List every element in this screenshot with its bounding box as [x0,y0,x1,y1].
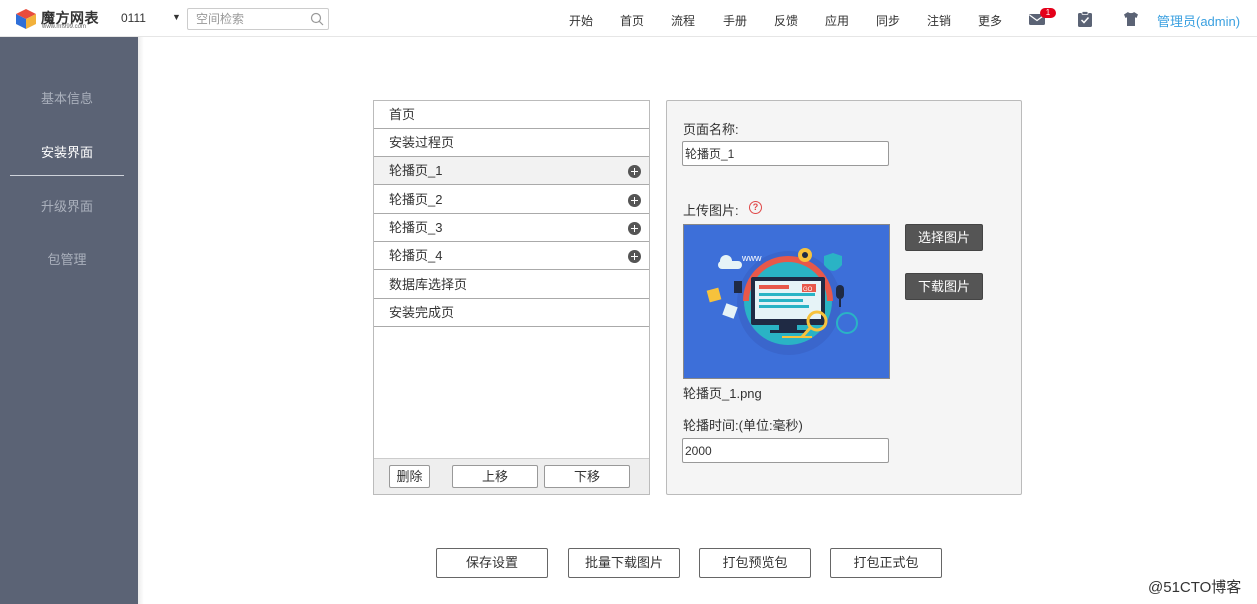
sidebar-item-package-management[interactable]: 包管理 [0,249,134,268]
sidebar-item-upgrade-ui[interactable]: 升级界面 [0,196,134,215]
list-item-label: 轮播页_4 [389,248,443,263]
list-item-label: 安装完成页 [389,305,455,320]
download-image-button[interactable]: 下载图片 [905,273,983,300]
list-item-label: 首页 [389,107,416,122]
list-toolbar: 删除 上移 下移 [374,458,649,494]
list-item-label: 安装过程页 [389,135,455,150]
search-input[interactable] [188,9,306,29]
list-item-label: 轮播页_3 [389,220,443,235]
sidebar-shadow [138,37,144,604]
list-item-label: 数据库选择页 [389,277,468,292]
batch-download-button[interactable]: 批量下载图片 [568,548,680,578]
add-circle-icon[interactable] [628,165,641,178]
page-name-input[interactable] [682,141,889,166]
add-circle-icon[interactable] [628,222,641,235]
clipboard-check-icon[interactable] [1076,10,1094,28]
logo-url: www.mf999.com [42,24,87,30]
project-selector[interactable]: 0111 [121,11,146,25]
select-image-button[interactable]: 选择图片 [905,224,983,251]
list-item-install-complete[interactable]: 安装完成页 [374,299,649,327]
page-name-label: 页面名称: [683,122,739,137]
pack-release-button[interactable]: 打包正式包 [830,548,942,578]
nav-feedback[interactable]: 反馈 [774,12,798,29]
logo[interactable]: 魔方网表 www.mf999.com [15,7,105,33]
sidebar-item-basic-info[interactable]: 基本信息 [0,88,134,107]
nav-sync[interactable]: 同步 [876,12,900,29]
carousel-time-label: 轮播时间:(单位:毫秒) [683,418,803,433]
shirt-icon[interactable] [1122,10,1140,28]
list-item-db-select[interactable]: 数据库选择页 [374,271,649,299]
help-icon[interactable]: ? [749,201,762,214]
user-menu[interactable]: 管理员(admin) [1157,11,1240,30]
nav-manual[interactable]: 手册 [723,12,747,29]
page-list-panel: 首页 安装过程页 轮播页_1 轮播页_2 轮播页_3 轮播页_4 数据库选择页 … [373,100,650,495]
image-preview[interactable]: GO www [683,224,890,379]
search-box [187,8,329,30]
list-item-carousel-3[interactable]: 轮播页_3 [374,214,649,242]
image-filename: 轮播页_1.png [683,386,762,401]
pack-preview-button[interactable]: 打包预览包 [699,548,811,578]
add-circle-icon[interactable] [628,194,641,207]
caret-down-icon[interactable]: ▼ [172,12,181,22]
upload-image-label: 上传图片: [683,203,739,218]
nav-workflow[interactable]: 流程 [671,12,695,29]
nav-start[interactable]: 开始 [569,12,593,29]
save-settings-button[interactable]: 保存设置 [436,548,548,578]
active-indicator [10,175,124,176]
list-item-carousel-1[interactable]: 轮播页_1 [374,157,649,185]
list-item-label: 轮播页_1 [389,163,443,178]
list-item-label: 轮播页_2 [389,192,443,207]
move-up-button[interactable]: 上移 [452,465,538,488]
nav-apps[interactable]: 应用 [825,12,849,29]
nav-more[interactable]: 更多 [978,12,1002,29]
page-detail-panel: 页面名称: 上传图片: ? GO www [666,100,1022,495]
sidebar-item-install-ui[interactable]: 安装界面 [0,142,134,161]
illustration-image: GO www [684,225,889,378]
move-down-button[interactable]: 下移 [544,465,630,488]
carousel-time-input[interactable] [682,438,889,463]
list-item-carousel-2[interactable]: 轮播页_2 [374,186,649,214]
delete-button[interactable]: 删除 [389,465,430,488]
nav-logout[interactable]: 注销 [927,12,951,29]
list-item-home[interactable]: 首页 [374,101,649,129]
list-item-carousel-4[interactable]: 轮播页_4 [374,242,649,270]
list-item-install-progress[interactable]: 安装过程页 [374,129,649,157]
top-bar: 魔方网表 www.mf999.com 0111 ▼ 开始 首页 流程 手册 反馈… [0,0,1257,37]
logo-cube-icon [16,9,36,29]
image-www-text: www [741,253,762,263]
mail-badge: 1 [1040,8,1056,18]
add-circle-icon[interactable] [628,250,641,263]
sidebar: 基本信息 安装界面 升级界面 包管理 [0,37,138,604]
image-go-text: GO [803,287,813,293]
nav-home[interactable]: 首页 [620,12,644,29]
watermark: @51CTO博客 [1148,579,1242,596]
search-icon[interactable] [310,12,324,26]
